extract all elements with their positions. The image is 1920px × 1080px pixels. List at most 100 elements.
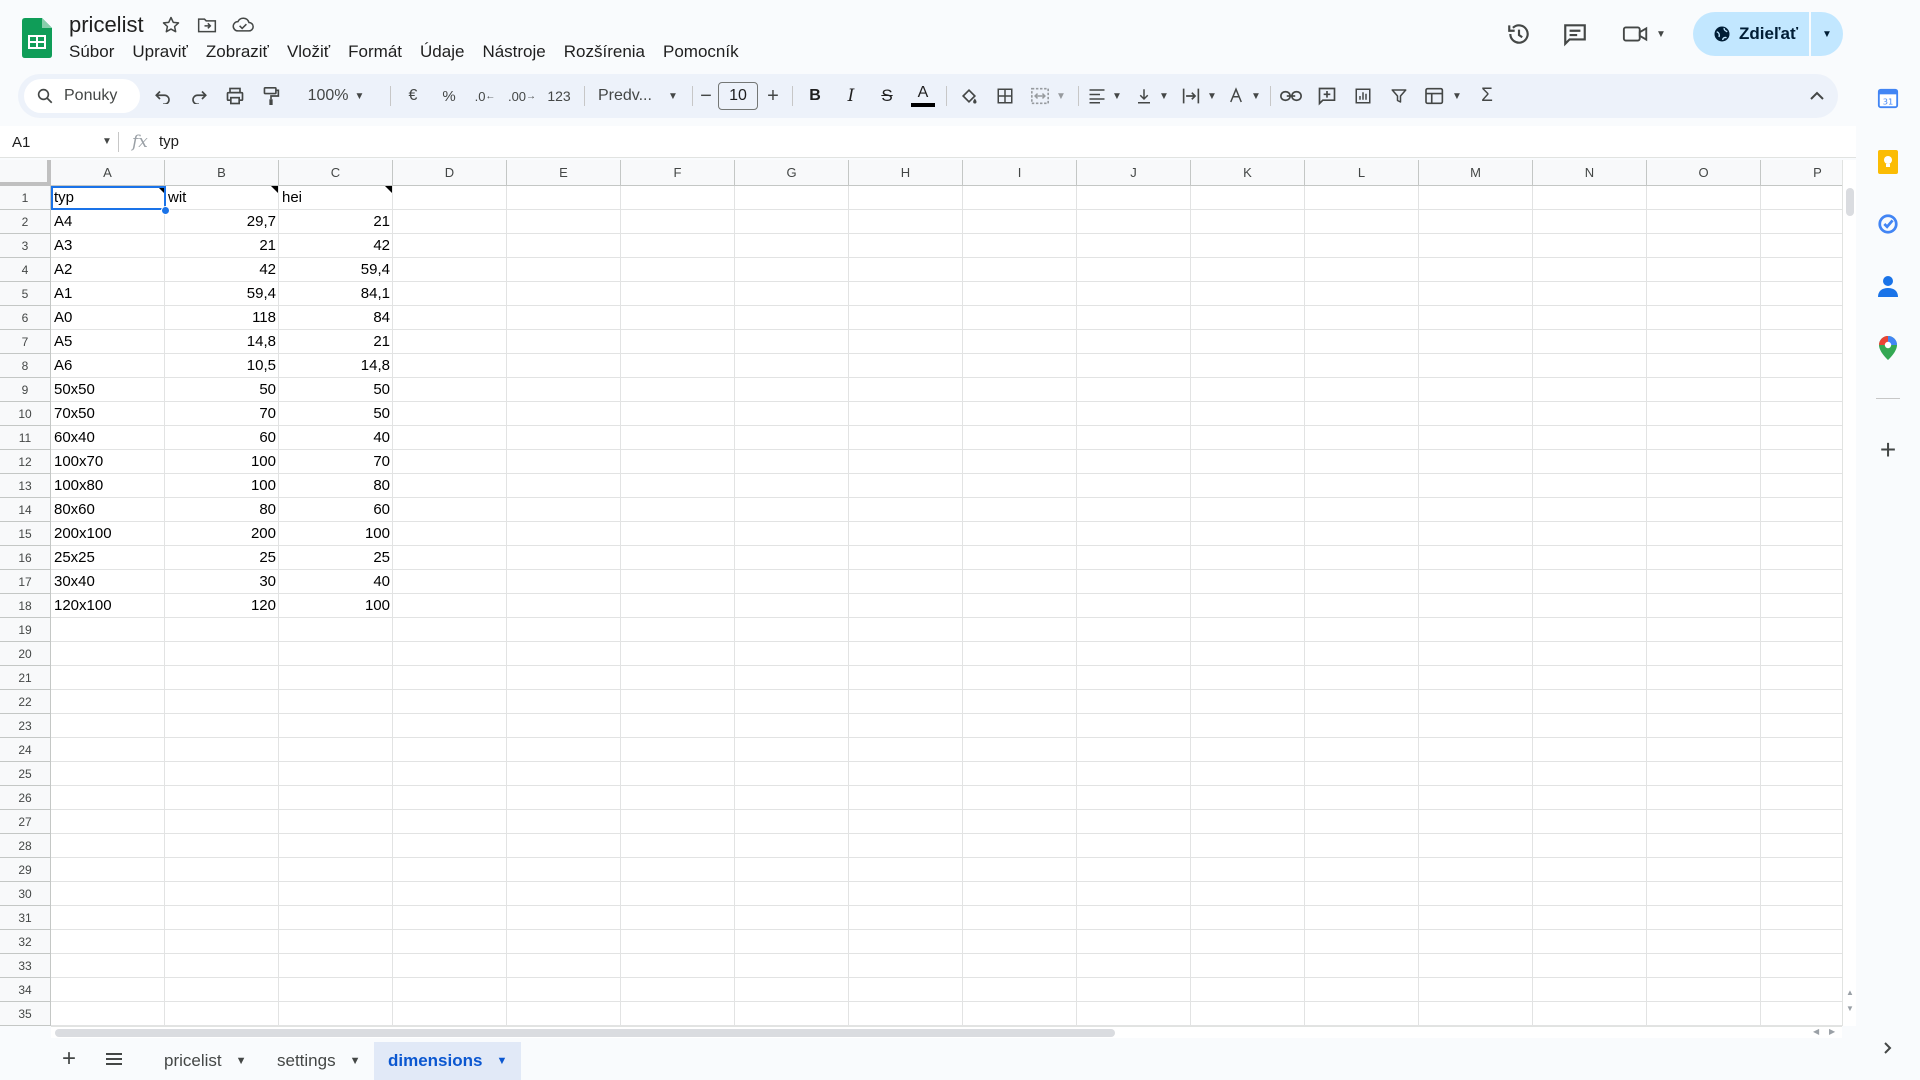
table-cell[interactable]: 60	[279, 498, 393, 522]
row-header[interactable]: 28	[0, 834, 51, 858]
table-cell[interactable]: 21	[279, 210, 393, 234]
text-color-button[interactable]: A	[906, 74, 940, 118]
strikethrough-button[interactable]: S	[870, 74, 904, 118]
cloud-saved-icon[interactable]	[232, 14, 254, 36]
column-header[interactable]: N	[1533, 160, 1647, 186]
name-box[interactable]: A1 ▼	[12, 130, 112, 154]
table-cell[interactable]: A0	[51, 306, 165, 330]
vertical-scroll-thumb[interactable]	[1846, 188, 1854, 216]
menu-view[interactable]: Zobraziť	[197, 40, 278, 64]
filter-views-icon[interactable]: ▼	[1418, 74, 1468, 118]
italic-button[interactable]: I	[834, 74, 868, 118]
row-header[interactable]: 1	[0, 186, 51, 210]
menu-file[interactable]: Súbor	[60, 40, 123, 64]
table-cell[interactable]: A3	[51, 234, 165, 258]
row-header[interactable]: 23	[0, 714, 51, 738]
vertical-scrollbar[interactable]: ▲ ▼	[1842, 160, 1856, 1026]
column-header[interactable]: I	[963, 160, 1077, 186]
row-header[interactable]: 16	[0, 546, 51, 570]
table-cell[interactable]: 60x40	[51, 426, 165, 450]
table-cell[interactable]: 120	[165, 594, 279, 618]
insert-link-icon[interactable]	[1274, 74, 1308, 118]
column-header[interactable]: G	[735, 160, 849, 186]
sheet-tab-settings[interactable]: settings ▼	[263, 1042, 374, 1080]
table-cell[interactable]: 14,8	[165, 330, 279, 354]
scroll-right-icon[interactable]: ▶	[1829, 1027, 1835, 1036]
row-header[interactable]: 18	[0, 594, 51, 618]
table-cell[interactable]: 14,8	[279, 354, 393, 378]
share-dropdown-icon[interactable]: ▼	[1811, 29, 1843, 40]
contacts-icon[interactable]	[1874, 272, 1902, 300]
tasks-icon[interactable]	[1874, 210, 1902, 238]
table-cell[interactable]: A5	[51, 330, 165, 354]
fill-handle[interactable]	[161, 206, 170, 215]
row-header[interactable]: 2	[0, 210, 51, 234]
functions-button[interactable]: Σ	[1470, 74, 1504, 118]
menu-tools[interactable]: Nástroje	[473, 40, 554, 64]
table-cell[interactable]: 30x40	[51, 570, 165, 594]
scroll-left-icon[interactable]: ◀	[1813, 1027, 1819, 1036]
row-header[interactable]: 6	[0, 306, 51, 330]
move-folder-icon[interactable]	[196, 14, 218, 36]
star-icon[interactable]	[160, 14, 182, 36]
row-header[interactable]: 15	[0, 522, 51, 546]
header-cell[interactable]: wit	[165, 186, 279, 210]
row-header[interactable]: 8	[0, 354, 51, 378]
increase-font-size-button[interactable]: +	[760, 74, 786, 118]
formula-input[interactable]: typ	[159, 133, 179, 150]
column-header[interactable]: C	[279, 160, 393, 186]
row-header[interactable]: 30	[0, 882, 51, 906]
sheets-logo-icon[interactable]	[22, 18, 52, 58]
scroll-up-icon[interactable]: ▲	[1846, 988, 1854, 997]
zoom-select[interactable]: 100% ▼	[288, 74, 384, 118]
column-header[interactable]: E	[507, 160, 621, 186]
print-icon[interactable]	[218, 74, 252, 118]
row-header[interactable]: 33	[0, 954, 51, 978]
table-cell[interactable]: 70	[279, 450, 393, 474]
font-select[interactable]: Predv... ▼	[590, 74, 688, 118]
row-header[interactable]: 5	[0, 282, 51, 306]
column-header[interactable]: H	[849, 160, 963, 186]
table-cell[interactable]: 10,5	[165, 354, 279, 378]
table-cell[interactable]: 59,4	[165, 282, 279, 306]
spreadsheet-grid[interactable]: ABCDEFGHIJKLMNOP 1 2 3 4 5 6 7 8 9 10 11 12 13 14 15 16…	[0, 160, 1856, 1026]
calendar-icon[interactable]: 31	[1874, 84, 1902, 112]
row-header[interactable]: 26	[0, 786, 51, 810]
table-cell[interactable]: 30	[165, 570, 279, 594]
number-format-button[interactable]: 123	[540, 74, 578, 118]
table-cell[interactable]: 60	[165, 426, 279, 450]
row-header[interactable]: 12	[0, 450, 51, 474]
text-wrap-icon[interactable]: ▼	[1176, 74, 1222, 118]
table-cell[interactable]: 59,4	[279, 258, 393, 282]
table-cell[interactable]: 25	[165, 546, 279, 570]
row-header[interactable]: 21	[0, 666, 51, 690]
keep-icon[interactable]	[1874, 148, 1902, 176]
table-cell[interactable]: 100	[279, 594, 393, 618]
column-header[interactable]: O	[1647, 160, 1761, 186]
row-header[interactable]: 34	[0, 978, 51, 1002]
table-cell[interactable]: 50	[165, 378, 279, 402]
row-header[interactable]: 9	[0, 378, 51, 402]
table-cell[interactable]: 200	[165, 522, 279, 546]
table-cell[interactable]: 50x50	[51, 378, 165, 402]
maps-icon[interactable]	[1874, 334, 1902, 362]
text-rotation-icon[interactable]: ▼	[1222, 74, 1266, 118]
all-sheets-icon[interactable]	[101, 1046, 127, 1072]
undo-icon[interactable]	[146, 74, 180, 118]
add-addon-icon[interactable]: +	[1874, 434, 1902, 465]
row-header[interactable]: 13	[0, 474, 51, 498]
horizontal-align-icon[interactable]: ▼	[1082, 74, 1128, 118]
menu-help[interactable]: Pomocník	[654, 40, 748, 64]
table-cell[interactable]: A2	[51, 258, 165, 282]
table-cell[interactable]: 118	[165, 306, 279, 330]
table-cell[interactable]: 50	[279, 402, 393, 426]
row-header[interactable]: 29	[0, 858, 51, 882]
sheet-tab-pricelist[interactable]: pricelist ▼	[150, 1042, 261, 1080]
column-header[interactable]: B	[165, 160, 279, 186]
add-sheet-icon[interactable]: +	[56, 1045, 82, 1072]
column-header[interactable]: D	[393, 160, 507, 186]
document-title[interactable]: pricelist	[69, 12, 144, 38]
table-cell[interactable]: 21	[165, 234, 279, 258]
table-cell[interactable]: 50	[279, 378, 393, 402]
table-cell[interactable]: 29,7	[165, 210, 279, 234]
